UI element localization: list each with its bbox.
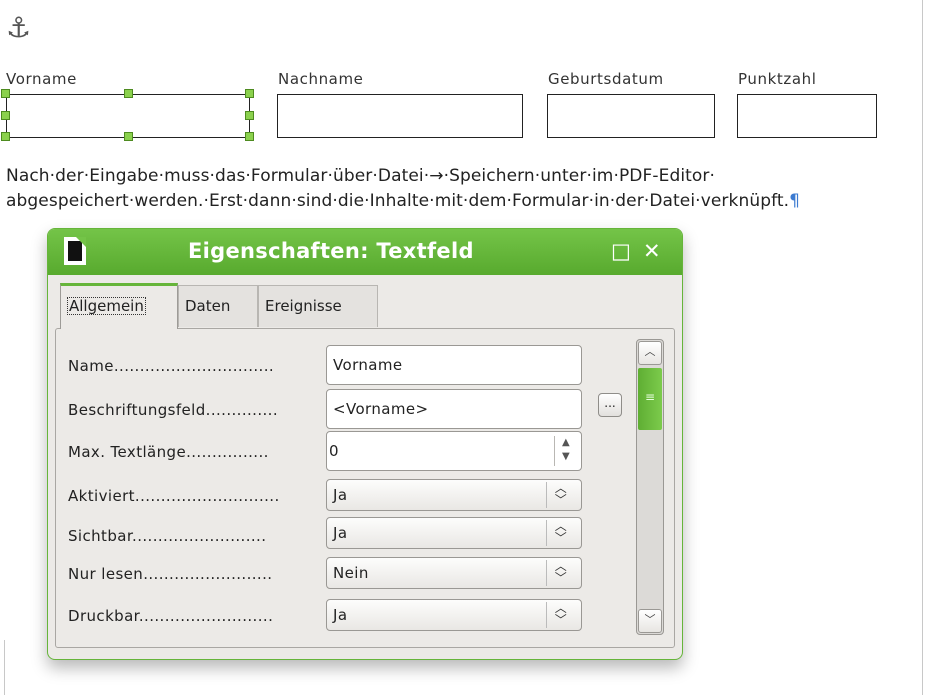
nachname-field[interactable]	[277, 94, 523, 138]
label-punktzahl: Punktzahl	[738, 70, 817, 88]
scroll-up-icon[interactable]: ︿	[638, 341, 662, 365]
tab-daten-label: Daten	[185, 297, 231, 315]
browse-button[interactable]: ...	[598, 393, 622, 417]
druckbar-select[interactable]: Ja ︿ ﹀	[326, 599, 582, 631]
geburtsdatum-field[interactable]	[547, 94, 715, 138]
tab-ereignisse-label: Ereignisse	[265, 297, 342, 315]
dialog-title: Eigenschaften: Textfeld	[188, 239, 474, 263]
updown-chevron-icon: ︿ ﹀	[546, 560, 575, 586]
aktiviert-select[interactable]: Ja ︿ ﹀	[326, 479, 582, 511]
tab-allgemein-label: Allgemein	[67, 297, 146, 315]
selection-handle[interactable]	[245, 111, 254, 120]
sichtbar-select[interactable]: Ja ︿ ﹀	[326, 517, 582, 549]
row-label-max-textlaenge-text: Max. Textlänge................	[68, 443, 269, 461]
sichtbar-value: Ja	[333, 524, 348, 542]
aktiviert-value: Ja	[333, 486, 348, 504]
page-right-border	[922, 0, 923, 695]
row-label-sichtbar: Sichtbar..........................	[68, 527, 267, 545]
label-field-input[interactable]: <Vorname>	[326, 389, 582, 429]
updown-chevron-icon: ︿ ﹀	[546, 482, 575, 508]
tab-daten[interactable]: Daten	[178, 285, 258, 327]
max-length-stepper[interactable]: 0 ▲ ▼	[326, 431, 582, 471]
pilcrow-mark: ¶	[789, 191, 801, 211]
properties-panel: Name............................... Vorn…	[55, 328, 675, 648]
page-left-border	[4, 640, 5, 695]
close-icon[interactable]: ✕	[643, 239, 661, 263]
body-paragraph: Nach·der·Eingabe·muss·das·Formular·über·…	[6, 164, 922, 214]
name-input[interactable]: Vorname	[326, 345, 582, 385]
vertical-scrollbar[interactable]: ︿ ﹀	[636, 339, 664, 635]
label-geburtsdatum: Geburtsdatum	[548, 70, 664, 88]
paragraph-line-2-text: abgespeichert·werden.·Erst·dann·sind·die…	[6, 191, 790, 211]
paragraph-line-1: Nach·der·Eingabe·muss·das·Formular·über·…	[6, 166, 716, 186]
selection-handle[interactable]	[1, 89, 10, 98]
selection-handle[interactable]	[1, 132, 10, 141]
nur-lesen-select[interactable]: Nein ︿ ﹀	[326, 557, 582, 589]
app-document-icon	[64, 237, 86, 265]
properties-dialog: Eigenschaften: Textfeld □ ✕ Allgemein Da…	[47, 228, 683, 660]
row-label-aktiviert: Aktiviert............................	[68, 487, 280, 505]
max-length-value: 0	[329, 442, 339, 460]
row-label-beschriftungsfeld: Beschriftungsfeld..............	[68, 401, 279, 419]
row-label-name: Name...............................	[68, 357, 275, 375]
dialog-titlebar[interactable]: Eigenschaften: Textfeld □ ✕	[48, 229, 682, 275]
selection-handle[interactable]	[124, 89, 133, 98]
selection-handle[interactable]	[124, 132, 133, 141]
maximize-icon[interactable]: □	[611, 239, 631, 263]
tab-ereignisse[interactable]: Ereignisse	[258, 285, 378, 327]
row-label-max-textlaenge: Max. Textlänge................	[68, 443, 318, 461]
row-label-nur-lesen: Nur lesen.........................	[68, 565, 273, 583]
updown-chevron-icon: ︿ ﹀	[546, 520, 575, 546]
selection-handle[interactable]	[1, 111, 10, 120]
spin-arrows-icon[interactable]: ▲ ▼	[554, 436, 577, 466]
scroll-down-icon[interactable]: ﹀	[638, 609, 662, 633]
label-nachname: Nachname	[278, 70, 364, 88]
tab-allgemein[interactable]: Allgemein	[60, 283, 178, 329]
punktzahl-field[interactable]	[737, 94, 877, 138]
label-vorname: Vorname	[6, 70, 77, 88]
selection-handle[interactable]	[245, 132, 254, 141]
scrollbar-thumb[interactable]	[638, 368, 662, 430]
selection-handle[interactable]	[245, 89, 254, 98]
paragraph-line-2: abgespeichert·werden.·Erst·dann·sind·die…	[6, 189, 922, 214]
row-label-druckbar: Druckbar..........................	[68, 607, 274, 625]
druckbar-value: Ja	[333, 606, 348, 624]
anchor-icon[interactable]: ⚓	[6, 10, 46, 46]
updown-chevron-icon: ︿ ﹀	[546, 602, 575, 628]
nur-lesen-value: Nein	[333, 564, 369, 582]
